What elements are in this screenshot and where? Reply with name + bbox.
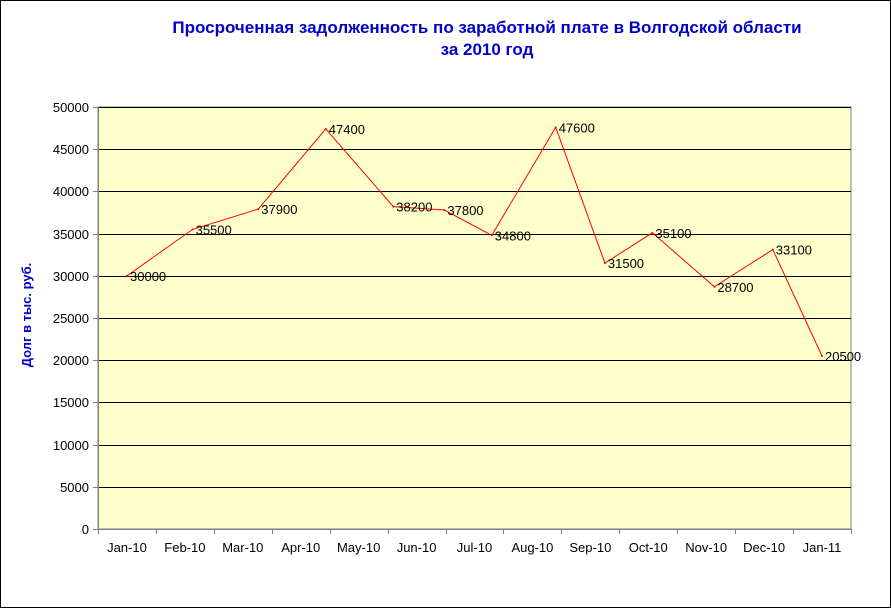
data-label-12: 20500 [825,349,861,364]
data-point-9 [651,231,654,234]
x-tick-label-aug-10: Aug-10 [511,540,553,555]
data-label-8: 31500 [608,256,644,271]
line-chart: 0 5000 10000 15000 20000 25000 30000 35000 40000… [19,100,861,555]
y-axis-title: Долг в тыс. руб. [19,263,34,368]
data-label-6: 34800 [495,228,531,243]
data-point-3 [324,127,327,130]
y-tick-label-35000: 35000 [53,227,89,242]
x-tick-label-apr-10: Apr-10 [281,540,320,555]
data-label-2: 37900 [261,202,297,217]
x-tick-label-dec-10: Dec-10 [743,540,785,555]
y-tick-label-20000: 20000 [53,353,89,368]
y-tick-label-10000: 10000 [53,438,89,453]
x-tick-label-jan-10: Jan-10 [107,540,147,555]
y-tick-label-45000: 45000 [53,142,89,157]
data-point-0 [126,274,128,277]
y-tick-label-25000: 25000 [53,311,89,326]
data-label-5: 37800 [447,203,483,218]
x-tick-label-jan-11: Jan-11 [803,540,842,555]
data-point-7 [554,126,557,129]
data-point-1 [191,228,194,231]
data-point-10 [713,285,716,288]
x-tick-label-oct-10: Oct-10 [629,540,668,555]
y-tick-label-15000: 15000 [53,395,89,410]
x-tick-label-may-10: May-10 [337,540,380,555]
data-label-1: 35500 [196,222,232,237]
x-tick-label-nov-10: Nov-10 [685,540,727,555]
y-tick-label-50000: 50000 [53,100,89,115]
data-point-11 [771,248,774,251]
data-point-6 [490,234,493,237]
data-point-12 [821,355,823,357]
x-tick-label-mar-10: Mar-10 [222,540,263,555]
data-label-4: 38200 [396,200,432,215]
data-label-11: 33100 [776,243,812,258]
data-label-9: 35100 [655,226,691,241]
x-tick-label-jul-10: Jul-10 [457,540,492,555]
y-tick-label-0: 0 [82,522,89,537]
y-tick-label-30000: 30000 [53,269,89,284]
x-tick-label-feb-10: Feb-10 [164,540,205,555]
y-tick-label-5000: 5000 [60,480,89,495]
y-tick-label-40000: 40000 [53,184,89,199]
data-point-4 [392,205,395,208]
data-label-10: 28700 [717,280,753,295]
x-tick-label-jun-10: Jun-10 [397,540,437,555]
data-point-2 [257,208,260,211]
x-tick-label-sep-10: Sep-10 [569,540,611,555]
data-point-8 [603,262,606,265]
data-point-5 [443,209,446,211]
data-label-3: 47400 [329,122,365,137]
data-label-7: 47600 [559,120,595,135]
data-label-0: 30000 [130,269,166,284]
